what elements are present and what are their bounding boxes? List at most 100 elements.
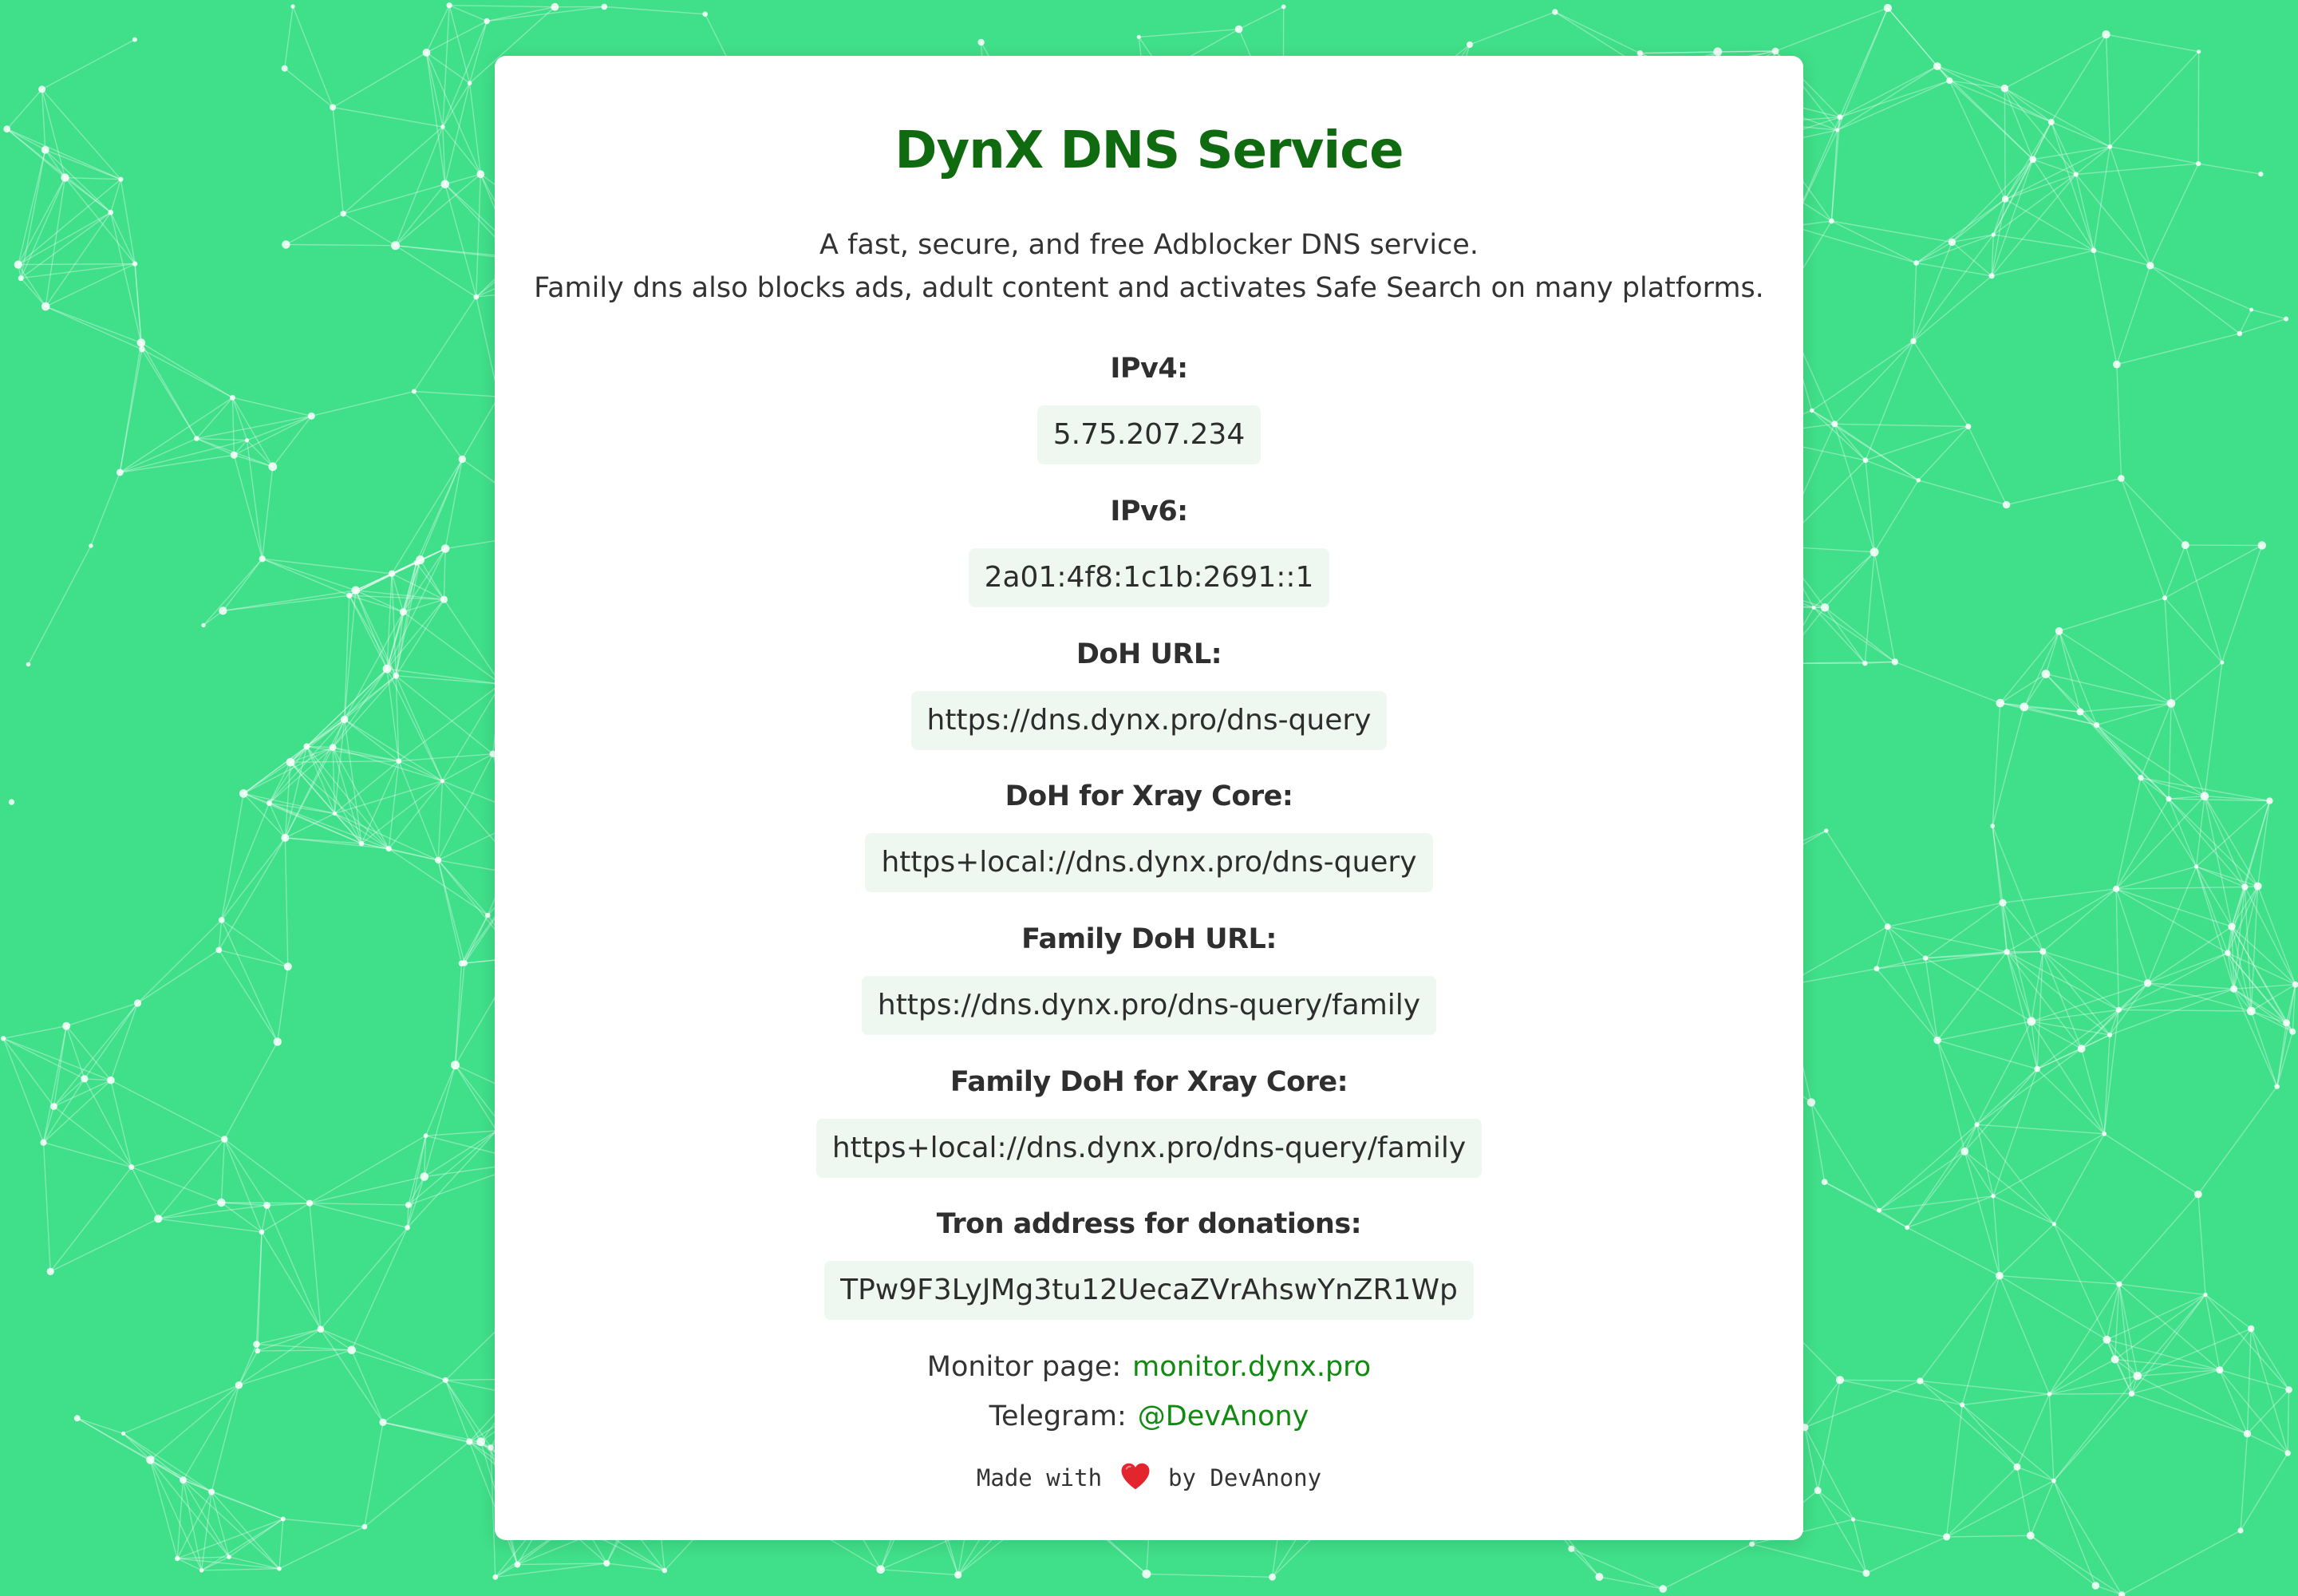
network-line [262,466,274,559]
network-line [53,1105,132,1168]
field-value-family-doh-url[interactable]: https://dns.dynx.pro/dns-query/family [861,976,1437,1035]
network-line [343,184,445,215]
network-line [266,1205,322,1329]
network-line [2221,545,2263,663]
network-node [263,1202,270,1209]
network-line [2150,265,2252,310]
network-line [20,177,66,279]
network-line [137,949,219,1004]
network-line [449,5,555,8]
network-line [18,179,121,266]
network-line [437,859,463,964]
network-node [26,662,31,667]
network-node [2110,1355,2119,1364]
network-line [2197,1086,2278,1195]
network-node [1884,923,1891,930]
network-node [332,811,338,816]
network-line [45,306,143,350]
network-node [266,800,273,807]
network-node [1771,47,1779,55]
network-line [2059,597,2166,632]
network-node [1974,1122,1980,1128]
network-line [228,1518,284,1558]
network-line [2103,1034,2110,1134]
network-line [233,455,263,559]
field-value-tron-address[interactable]: TPw9F3LyJMg3tu12UecaZVrAhswYnZR1Wp [824,1261,1474,1320]
network-line [257,1349,352,1352]
network-node [2055,627,2063,635]
network-line [1946,1466,2018,1538]
network-node [485,912,491,918]
network-line [131,1167,159,1219]
network-line [53,1080,112,1108]
network-line [1991,159,2034,277]
network-line [158,1202,222,1219]
network-line [2,1038,45,1143]
network-line [2168,703,2172,800]
network-line [1570,1548,1600,1578]
network-line [1469,11,1556,45]
network-line [222,558,263,611]
network-line [344,719,400,762]
field-value-family-doh-xray[interactable]: https+local://dns.dynx.pro/dns-query/fam… [815,1119,1483,1178]
network-node [1823,828,1829,833]
network-node [2166,699,2176,708]
network-line [257,1231,263,1351]
network-node [303,743,310,750]
network-node [1466,41,1474,49]
network-line [1913,234,1994,342]
field-value-doh-url[interactable]: https://dns.dynx.pro/dns-query [910,691,1388,750]
network-line [221,837,286,921]
network-node [1814,1487,1822,1495]
network-node [132,37,137,42]
network-node [121,1431,126,1436]
network-node [218,917,225,923]
network-line [45,149,121,180]
field-value-ipv4[interactable]: 5.75.207.234 [1036,405,1262,464]
network-node [2077,1045,2086,1053]
network-line [2016,1466,2055,1482]
network-line [2140,703,2172,778]
network-line [332,107,344,214]
network-line [1813,606,1866,664]
network-line [1999,1275,2051,1395]
field-value-ipv6[interactable]: 2a01:4f8:1c1b:2691::1 [968,548,1330,607]
network-line [177,1558,280,1570]
network-node [221,1136,228,1143]
network-node [217,1198,226,1207]
network-node [2181,541,2189,550]
network-line [182,1479,203,1570]
network-node [8,799,15,805]
network-node [466,1438,473,1445]
field-value-doh-xray[interactable]: https+local://dns.dynx.pro/dns-query [865,833,1433,892]
network-line [1139,28,1239,38]
description-line-1: A fast, secure, and free Adblocker DNS s… [819,229,1479,261]
telegram-link[interactable]: @DevAnony [1138,1400,1309,1432]
network-line [1999,1275,2119,1285]
network-line [2150,265,2241,334]
network-node [1910,338,1917,345]
network-line [461,396,499,460]
network-line [2276,984,2296,1087]
network-node [2138,775,2144,781]
network-line [1775,7,1889,52]
network-node [442,1377,448,1384]
network-line [2140,777,2170,800]
monitor-link[interactable]: monitor.dynx.pro [1132,1351,1371,1383]
network-line [282,1518,365,1527]
network-line [1937,1021,2031,1041]
network-node [2258,171,2264,177]
network-line [1964,1069,2038,1152]
network-line [1937,1040,1965,1152]
network-line [1813,606,1896,662]
network-node [1943,1533,1951,1541]
network-line [1946,1535,2031,1538]
network-line [2164,544,2186,598]
network-line [2049,1393,2132,1395]
network-node [41,145,49,154]
network-node [277,1566,282,1571]
network-line [2185,544,2223,663]
network-line [1999,1223,2055,1277]
network-node [330,104,337,111]
network-line [2109,146,2151,267]
